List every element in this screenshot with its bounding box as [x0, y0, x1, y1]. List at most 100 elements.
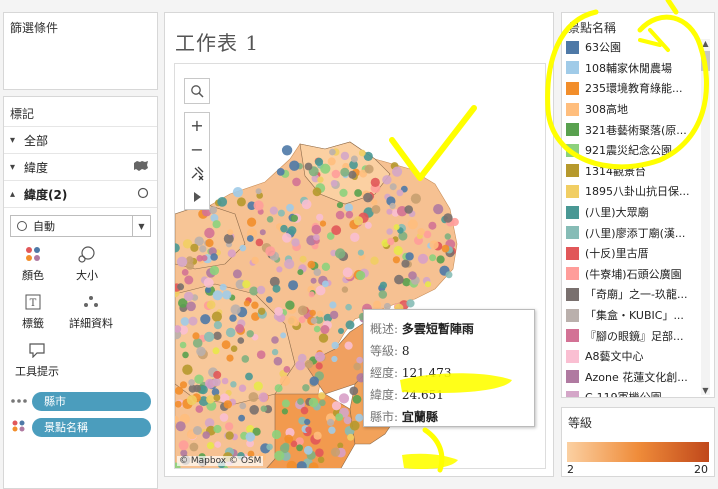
map-point[interactable] [255, 238, 264, 247]
pill-spot-name[interactable]: 景點名稱 [32, 417, 151, 437]
map-point[interactable] [237, 337, 245, 344]
map-point[interactable] [300, 406, 309, 415]
map-point[interactable] [285, 300, 295, 310]
map-point[interactable] [189, 442, 199, 452]
map-point[interactable] [253, 381, 263, 391]
legend-item[interactable]: 321巷藝術聚落(原... [562, 119, 714, 140]
legend-item[interactable]: A8藝文中心 [562, 346, 714, 367]
map-point[interactable] [373, 300, 382, 309]
map-point[interactable] [229, 314, 237, 322]
map-point[interactable] [274, 307, 283, 316]
map-point[interactable] [213, 370, 222, 379]
map-point[interactable] [201, 255, 208, 262]
map-point[interactable] [249, 405, 259, 415]
map-point[interactable] [401, 259, 410, 268]
map-point[interactable] [328, 426, 336, 434]
size-button[interactable]: 大小 [64, 243, 110, 285]
map-point[interactable] [314, 157, 324, 166]
map-point[interactable] [386, 228, 393, 235]
color-button[interactable]: 顏色 [10, 243, 56, 285]
map-point[interactable] [183, 291, 194, 302]
map-point[interactable] [281, 399, 290, 408]
map-point[interactable] [341, 286, 349, 293]
map-point[interactable] [311, 224, 322, 235]
map-point[interactable] [302, 384, 310, 392]
chevron-down-icon[interactable]: ▼ [132, 216, 150, 236]
map-point[interactable] [337, 442, 344, 449]
map-point[interactable] [314, 351, 325, 362]
map-point[interactable] [340, 151, 350, 161]
map-point[interactable] [428, 221, 437, 230]
map-point[interactable] [313, 234, 320, 241]
map-point[interactable] [175, 421, 186, 432]
map-point[interactable] [276, 168, 285, 176]
map-point[interactable] [212, 220, 221, 229]
map-point[interactable] [291, 238, 300, 247]
map-point[interactable] [203, 277, 214, 288]
map-point[interactable] [336, 202, 344, 209]
map-point[interactable] [225, 327, 236, 338]
map-point[interactable] [364, 221, 372, 229]
map-point[interactable] [320, 325, 330, 334]
legend-item[interactable]: 1895八卦山抗日保... [562, 181, 714, 202]
zoom-in-button[interactable]: + [185, 113, 209, 137]
map-point[interactable] [342, 267, 353, 278]
map-point[interactable] [271, 429, 282, 440]
map-point[interactable] [212, 377, 221, 387]
map-point[interactable] [265, 246, 276, 257]
map-point[interactable] [211, 311, 222, 322]
map-point[interactable] [350, 155, 358, 163]
map-point[interactable] [251, 256, 259, 265]
map-point[interactable] [329, 148, 336, 156]
map-point[interactable] [310, 277, 317, 284]
map-point[interactable] [379, 281, 387, 289]
legend-item[interactable]: (牛寮埔)石頭公廣園 [562, 264, 714, 285]
map-point[interactable] [209, 265, 220, 276]
map-point[interactable] [292, 177, 301, 187]
map-point[interactable] [175, 386, 184, 395]
map-point[interactable] [192, 338, 203, 348]
map-point[interactable] [188, 316, 198, 326]
map-point[interactable] [258, 307, 266, 315]
map-point[interactable] [319, 399, 326, 407]
map-point[interactable] [179, 341, 187, 349]
map-point[interactable] [251, 301, 259, 309]
label-button[interactable]: T 標籤 [10, 291, 56, 333]
map-point[interactable] [186, 301, 196, 312]
map-point[interactable] [315, 362, 323, 370]
map-point[interactable] [387, 237, 395, 246]
pill-county[interactable]: 縣市 [32, 391, 151, 411]
map-point[interactable] [404, 205, 413, 214]
map-point[interactable] [247, 217, 257, 227]
map-point[interactable] [284, 258, 295, 270]
map-point[interactable] [243, 300, 250, 307]
map-point[interactable] [274, 384, 283, 393]
map-point[interactable] [239, 402, 247, 410]
map-point[interactable] [246, 330, 254, 338]
map-point[interactable] [327, 157, 336, 166]
map-point[interactable] [305, 426, 312, 433]
map-point[interactable] [238, 414, 245, 422]
map-point[interactable] [224, 422, 234, 431]
map-point[interactable] [230, 345, 238, 353]
map-point[interactable] [206, 300, 216, 310]
map-point[interactable] [206, 395, 215, 404]
map-point[interactable] [245, 372, 253, 381]
map-point[interactable] [290, 214, 298, 222]
map-point[interactable] [417, 228, 425, 236]
map-point[interactable] [429, 240, 439, 250]
map-point[interactable] [335, 210, 345, 220]
legend-item[interactable]: (八里)廖添丁廟(漢... [562, 222, 714, 243]
map-point[interactable] [202, 431, 210, 439]
map-point[interactable] [296, 444, 303, 452]
map-point[interactable] [269, 206, 278, 215]
map-point[interactable] [349, 420, 360, 431]
map-point[interactable] [392, 256, 400, 264]
map-point[interactable] [248, 392, 259, 402]
map-point[interactable] [288, 280, 299, 291]
map-point[interactable] [433, 204, 444, 215]
map-point[interactable] [424, 281, 432, 288]
legend-item[interactable]: C-119軍機公園 [562, 387, 714, 397]
map-point[interactable] [363, 192, 373, 203]
map-point[interactable] [238, 384, 247, 392]
